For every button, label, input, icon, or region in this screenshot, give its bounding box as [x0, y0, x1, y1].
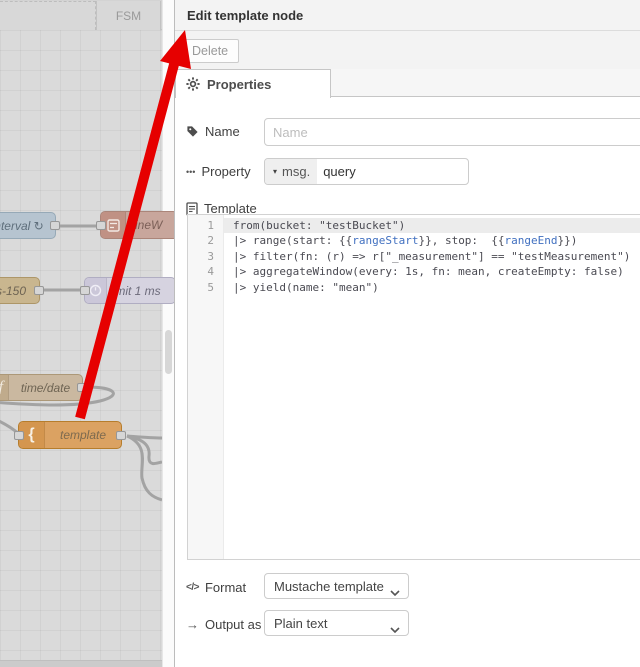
node-label: sineW [129, 218, 163, 232]
output-select[interactable]: Plain text [264, 610, 409, 636]
line-number: 4 [207, 265, 214, 279]
property-label-text: Property [201, 164, 251, 179]
screen: FSM nterval ↻ sineW s-150 [0, 0, 640, 667]
output-port[interactable] [77, 383, 87, 392]
node-scale[interactable]: s-150 [0, 277, 44, 304]
line-number: 2 [207, 234, 214, 248]
msg-prefix-dropdown[interactable]: ▾ msg. [265, 159, 318, 184]
node-limit[interactable]: limit 1 ms [80, 277, 174, 304]
dialog-title: Edit template node [187, 8, 304, 23]
canvas-vertical-scrollbar[interactable] [162, 0, 174, 667]
flow-canvas[interactable]: FSM nterval ↻ sineW s-150 [0, 0, 174, 667]
output-label-text: Output as [205, 617, 262, 632]
code-text: |> yield(name: "mean") [233, 280, 379, 294]
property-field-label: ••• Property [186, 164, 251, 179]
code-icon: </> [186, 582, 199, 593]
edit-template-dialog: Edit template node Delete Properties Nam… [174, 0, 640, 667]
code-line[interactable]: |> yield(name: "mean") [224, 280, 640, 295]
input-port[interactable] [96, 220, 106, 230]
format-select-value: Mustache template [274, 578, 384, 594]
code-text: }}) [557, 234, 578, 248]
line-number: 5 [207, 280, 214, 294]
node-label: nterval ↻ [0, 218, 44, 233]
scrollbar-thumb[interactable] [165, 330, 172, 374]
canvas-bottom-edge [0, 660, 162, 667]
input-port[interactable] [80, 286, 90, 295]
node-timedate[interactable]: f time/date [0, 374, 87, 401]
flow-wires [0, 224, 162, 502]
output-field-label: → Output as [186, 617, 261, 632]
tag-icon [186, 125, 199, 138]
format-select[interactable]: Mustache template [264, 573, 409, 599]
line-number: 3 [207, 249, 214, 263]
property-value[interactable]: query [317, 159, 356, 184]
chevron-down-icon [390, 621, 400, 636]
node-interval[interactable]: nterval ↻ [0, 212, 60, 239]
delete-button[interactable]: Delete [181, 39, 240, 63]
dialog-content: Name ••• Property ▾ msg. query Templ [175, 97, 640, 667]
arrow-right-icon: → [186, 617, 199, 632]
node-label: limit 1 ms [110, 283, 161, 298]
template-code-editor[interactable]: 12345 from(bucket: "testBucket") |> range… [187, 214, 640, 560]
node-sinewave[interactable]: sineW [96, 211, 174, 239]
format-label-text: Format [204, 580, 247, 595]
output-select-value: Plain text [274, 615, 328, 631]
code-line[interactable]: |> range(start: {{rangeStart}}, stop: {{… [224, 233, 640, 248]
tab-properties[interactable]: Properties [175, 69, 331, 98]
code-text: |> filter(fn: (r) => r["_measurement"] =… [233, 249, 631, 263]
code-text: }}, stop: {{ [418, 234, 505, 248]
output-port[interactable] [50, 221, 60, 230]
code-text: |> aggregateWindow(every: 1s, fn: mean, … [233, 265, 624, 279]
mustache-token: rangeStart [352, 234, 419, 248]
code-text: |> range(start: {{ [233, 234, 353, 248]
code-text: from(bucket: "testBucket") [233, 219, 406, 232]
output-port[interactable] [34, 286, 44, 295]
function-icon: f [0, 375, 9, 400]
dialog-header: Edit template node [175, 0, 640, 31]
format-field-label: </> Format [186, 580, 246, 595]
code-line[interactable]: |> filter(fn: (r) => r["_measurement"] =… [224, 249, 640, 264]
node-template-selected[interactable]: { template [14, 421, 126, 449]
name-field-label: Name [186, 124, 240, 139]
code-line[interactable]: |> aggregateWindow(every: 1s, fn: mean, … [224, 264, 640, 279]
code-lines[interactable]: from(bucket: "testBucket") |> range(start… [224, 215, 640, 559]
name-label-text: Name [205, 124, 240, 139]
dialog-button-bar: Delete [175, 31, 640, 69]
ellipsis-icon: ••• [186, 166, 196, 177]
output-port[interactable] [116, 430, 126, 440]
msg-prefix-label: msg. [282, 164, 311, 179]
property-typed-input[interactable]: ▾ msg. query [264, 158, 469, 185]
input-port[interactable] [14, 430, 24, 440]
mustache-token: rangeEnd [504, 234, 558, 248]
node-label: template [59, 428, 107, 442]
gear-icon [186, 77, 200, 91]
code-gutter: 1 23 45 [188, 215, 224, 559]
line-number: 1 [207, 219, 214, 232]
node-label: time/date [20, 380, 71, 395]
code-line[interactable]: from(bucket: "testBucket") [224, 218, 640, 234]
name-input[interactable] [264, 118, 640, 146]
chevron-down-icon [390, 584, 400, 599]
caret-down-icon: ▾ [273, 167, 278, 176]
tab-label: Properties [207, 76, 272, 92]
